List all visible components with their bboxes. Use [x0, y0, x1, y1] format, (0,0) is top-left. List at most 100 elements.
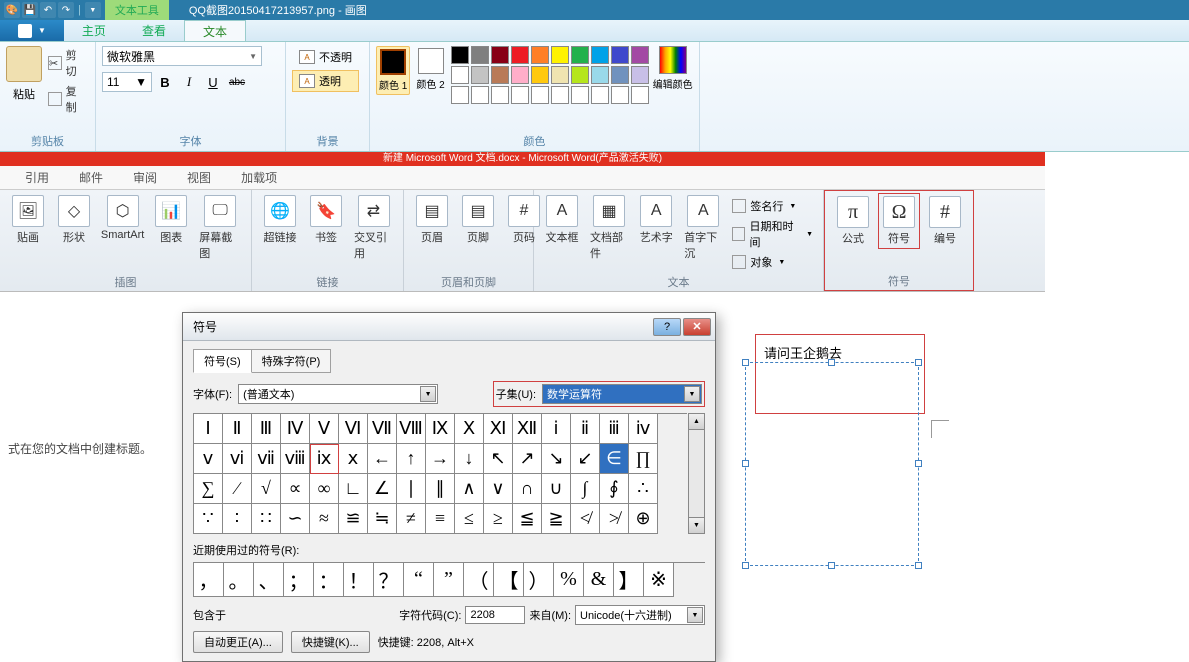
symbol-cell[interactable]: ∮: [600, 474, 629, 504]
palette-swatch[interactable]: [611, 86, 629, 104]
palette-swatch[interactable]: [591, 86, 609, 104]
scroll-down-icon[interactable]: ▼: [689, 517, 704, 533]
textbox-selection[interactable]: [745, 362, 919, 566]
symbol-cell[interactable]: ≯: [600, 504, 629, 534]
symbol-cell[interactable]: ≤: [455, 504, 484, 534]
palette-swatch[interactable]: [471, 66, 489, 84]
palette-swatch[interactable]: [511, 46, 529, 64]
undo-icon[interactable]: ↶: [40, 2, 56, 18]
recent-symbol-cell[interactable]: 、: [254, 563, 284, 597]
recent-symbol-cell[interactable]: 。: [224, 563, 254, 597]
symbol-cell[interactable]: ⊕: [629, 504, 658, 534]
symbol-cell[interactable]: Ⅲ: [252, 414, 281, 444]
recent-symbol-cell[interactable]: 【: [494, 563, 524, 597]
symbol-cell[interactable]: ∫: [571, 474, 600, 504]
autocorrect-button[interactable]: 自动更正(A)...: [193, 631, 283, 653]
recent-symbol-cell[interactable]: 】: [614, 563, 644, 597]
edit-colors-button[interactable]: 编辑颜色: [653, 46, 693, 91]
symbol-cell[interactable]: ∝: [281, 474, 310, 504]
palette-swatch[interactable]: [491, 86, 509, 104]
recent-symbol-cell[interactable]: “: [404, 563, 434, 597]
symbol-cell[interactable]: ↙: [571, 444, 600, 474]
palette-swatch[interactable]: [571, 66, 589, 84]
palette-swatch[interactable]: [611, 66, 629, 84]
palette-swatch[interactable]: [631, 66, 649, 84]
symbol-cell[interactable]: Ⅹ: [455, 414, 484, 444]
symbol-cell[interactable]: ∟: [339, 474, 368, 504]
symbol-cell[interactable]: ≈: [310, 504, 339, 534]
cut-button[interactable]: ✂剪切: [46, 46, 89, 80]
symbol-cell[interactable]: ≌: [339, 504, 368, 534]
symbol-cell[interactable]: ∥: [426, 474, 455, 504]
recent-symbol-cell[interactable]: ”: [434, 563, 464, 597]
ribbon-button[interactable]: 🔖书签: [306, 193, 346, 247]
dialog-font-combo[interactable]: (普通文本)▼: [238, 384, 438, 404]
recent-symbol-cell[interactable]: %: [554, 563, 584, 597]
palette-swatch[interactable]: [531, 66, 549, 84]
dialog-help-button[interactable]: ?: [653, 318, 681, 336]
palette-swatch[interactable]: [591, 66, 609, 84]
symbol-cell[interactable]: Ⅶ: [368, 414, 397, 444]
strikethrough-button[interactable]: abc: [226, 72, 248, 92]
tab-text[interactable]: 文本: [184, 20, 246, 41]
ribbon-small-button[interactable]: 对象▼: [730, 253, 815, 271]
symbol-cell[interactable]: ⅹ: [339, 444, 368, 474]
ribbon-button[interactable]: 📊图表: [151, 193, 191, 247]
symbol-cell[interactable]: ∞: [310, 474, 339, 504]
font-size-combo[interactable]: 11▼: [102, 72, 152, 92]
symbol-cell[interactable]: ∪: [542, 474, 571, 504]
symbol-cell[interactable]: Ⅺ: [484, 414, 513, 444]
recent-symbol-cell[interactable]: &: [584, 563, 614, 597]
palette-swatch[interactable]: [631, 86, 649, 104]
recent-symbol-cell[interactable]: ）: [524, 563, 554, 597]
ribbon-small-button[interactable]: 日期和时间▼: [730, 217, 815, 251]
symbol-cell[interactable]: ∶: [223, 504, 252, 534]
palette-swatch[interactable]: [491, 66, 509, 84]
recent-symbol-cell[interactable]: ：: [314, 563, 344, 597]
palette-swatch[interactable]: [451, 86, 469, 104]
symbol-scrollbar[interactable]: ▲ ▼: [688, 413, 705, 534]
ribbon-button[interactable]: A文本框: [542, 193, 582, 263]
ribbon-button[interactable]: ⇄交叉引用: [352, 193, 395, 263]
scroll-up-icon[interactable]: ▲: [689, 414, 704, 430]
recent-symbol-cell[interactable]: （: [464, 563, 494, 597]
ribbon-button[interactable]: ◇形状: [54, 193, 94, 247]
palette-swatch[interactable]: [611, 46, 629, 64]
symbol-cell[interactable]: ⅲ: [600, 414, 629, 444]
ribbon-button[interactable]: #编号: [925, 194, 965, 248]
palette-swatch[interactable]: [591, 46, 609, 64]
dialog-tab-special[interactable]: 特殊字符(P): [251, 349, 332, 373]
symbol-cell[interactable]: ∧: [455, 474, 484, 504]
symbol-cell[interactable]: ↓: [455, 444, 484, 474]
shortcut-key-button[interactable]: 快捷键(K)...: [291, 631, 370, 653]
copy-button[interactable]: 复制: [46, 82, 89, 116]
symbol-cell[interactable]: ⅷ: [281, 444, 310, 474]
symbol-cell[interactable]: →: [426, 444, 455, 474]
symbol-cell[interactable]: Ⅷ: [397, 414, 426, 444]
symbol-cell[interactable]: ≡: [426, 504, 455, 534]
symbol-cell[interactable]: √: [252, 474, 281, 504]
word-tab[interactable]: 加载项: [226, 166, 292, 189]
symbol-cell[interactable]: Ⅳ: [281, 414, 310, 444]
symbol-cell[interactable]: ≮: [571, 504, 600, 534]
ribbon-button[interactable]: A艺术字: [636, 193, 676, 263]
symbol-button[interactable]: Ω符号: [879, 194, 919, 248]
symbol-cell[interactable]: ∣: [397, 474, 426, 504]
symbol-cell[interactable]: ⅱ: [571, 414, 600, 444]
symbol-cell[interactable]: Ⅻ: [513, 414, 542, 444]
palette-swatch[interactable]: [451, 66, 469, 84]
symbol-cell[interactable]: ↖: [484, 444, 513, 474]
resize-handle[interactable]: [742, 562, 749, 569]
symbol-cell[interactable]: ≧: [542, 504, 571, 534]
recent-symbol-cell[interactable]: ，: [194, 563, 224, 597]
font-family-combo[interactable]: 微软雅黑▼: [102, 46, 262, 66]
ribbon-small-button[interactable]: 签名行▼: [730, 197, 815, 215]
ribbon-button[interactable]: 🖼贴画: [8, 193, 48, 247]
resize-handle[interactable]: [915, 562, 922, 569]
symbol-cell[interactable]: ∑: [194, 474, 223, 504]
recent-symbol-cell[interactable]: ？: [374, 563, 404, 597]
resize-handle[interactable]: [915, 460, 922, 467]
transparent-option[interactable]: A透明: [292, 70, 359, 92]
resize-handle[interactable]: [742, 359, 749, 366]
symbol-cell[interactable]: ⅳ: [629, 414, 658, 444]
